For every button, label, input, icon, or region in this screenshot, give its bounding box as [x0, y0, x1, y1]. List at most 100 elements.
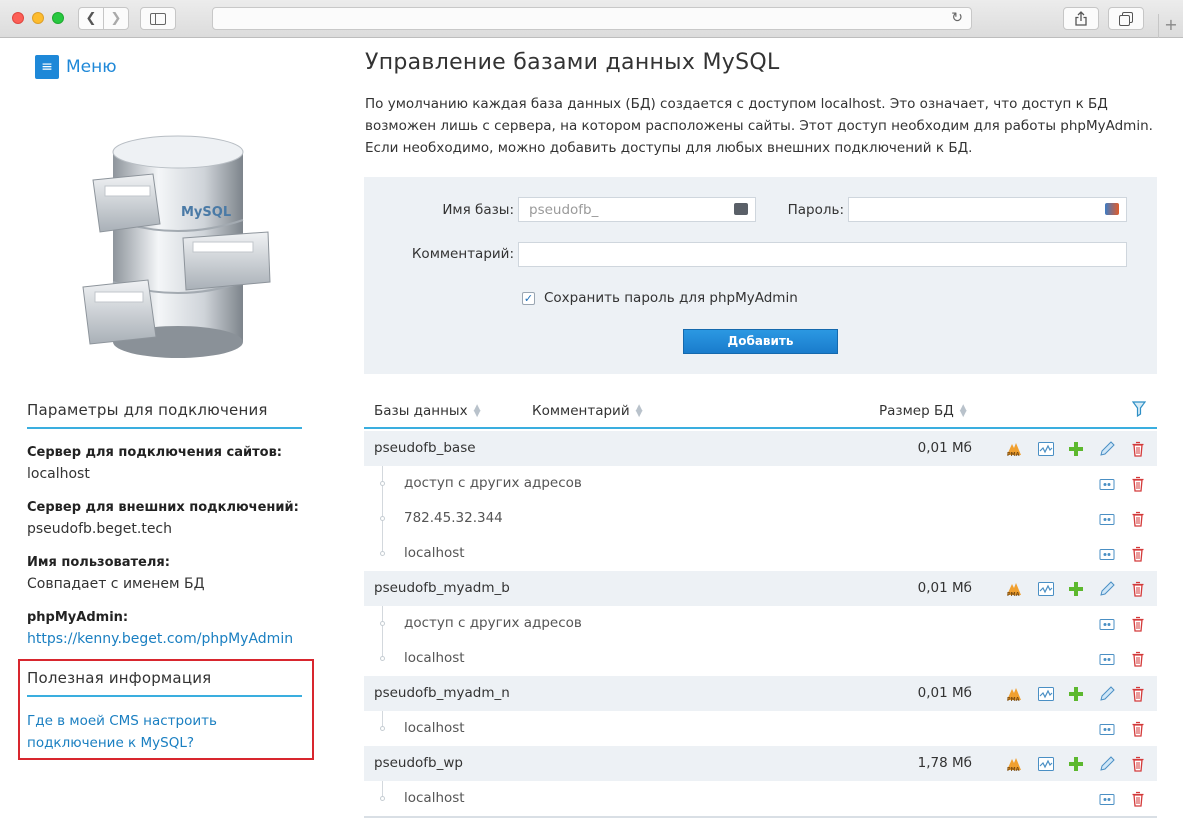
databases-table-header: Базы данных ▲ ▼ Комментарий ▲ ▼ Размер БД … [364, 397, 1157, 429]
sort-icon: ▲ ▼ [635, 403, 643, 419]
sort-icon: ▲ ▼ [959, 403, 967, 419]
col-comment[interactable]: Комментарий ▲ ▼ [532, 403, 643, 419]
delete-icon[interactable] [1129, 790, 1147, 808]
access-settings-icon[interactable] [1098, 720, 1116, 738]
add-database-button[interactable]: Добавить [683, 329, 838, 354]
svg-text:PMA: PMA [1007, 767, 1020, 773]
access-host: 782.45.32.344 [404, 510, 503, 526]
site-server-value: localhost [27, 466, 90, 482]
address-bar[interactable]: ↻ [212, 7, 972, 30]
password-generator-icon[interactable] [1105, 203, 1119, 215]
stats-icon[interactable] [1037, 580, 1055, 598]
access-settings-icon[interactable] [1098, 650, 1116, 668]
edit-icon[interactable] [1098, 580, 1116, 598]
phpmyadmin-icon[interactable]: PMA [1005, 440, 1023, 458]
add-access-icon[interactable] [1067, 755, 1085, 773]
password-label: Пароль: [787, 202, 844, 218]
reload-icon[interactable]: ↻ [951, 10, 963, 26]
col-size-label: Размер БД [879, 403, 954, 419]
col-databases[interactable]: Базы данных ▲ ▼ [374, 403, 481, 419]
access-settings-icon[interactable] [1098, 475, 1116, 493]
add-access-icon[interactable] [1067, 580, 1085, 598]
save-password-label: Сохранить пароль для phpMyAdmin [544, 290, 798, 306]
stats-icon[interactable] [1037, 440, 1055, 458]
browser-toolbar: ❮ ❯ ↻ + [0, 0, 1183, 38]
delete-icon[interactable] [1129, 720, 1147, 738]
svg-text:PMA: PMA [1007, 697, 1020, 703]
database-row: pseudofb_myadm_n 0,01 Мб PMA [364, 676, 1157, 711]
stats-icon[interactable] [1037, 755, 1055, 773]
username-value: Совпадает с именем БД [27, 576, 205, 592]
access-row: localhost [364, 536, 1157, 571]
phpmyadmin-icon[interactable]: PMA [1005, 580, 1023, 598]
access-settings-icon[interactable] [1098, 615, 1116, 633]
access-row: 782.45.32.344 [364, 501, 1157, 536]
access-row: доступ с других адресов [364, 466, 1157, 501]
delete-icon[interactable] [1129, 650, 1147, 668]
col-size[interactable]: Размер БД ▲ ▼ [879, 403, 967, 419]
comment-input[interactable] [518, 242, 1127, 267]
share-icon [1075, 11, 1087, 26]
access-settings-icon[interactable] [1098, 545, 1116, 563]
table-bottom-border [364, 816, 1157, 818]
access-settings-icon[interactable] [1098, 790, 1116, 808]
access-host: доступ с других адресов [404, 615, 582, 631]
access-row: localhost [364, 641, 1157, 676]
page-description: По умолчанию каждая база данных (БД) соз… [365, 96, 1153, 156]
access-row: localhost [364, 711, 1157, 746]
tree-node [380, 621, 385, 626]
menu-button[interactable]: ≡ Меню [35, 55, 117, 79]
access-host: localhost [404, 720, 465, 736]
edit-icon[interactable] [1098, 440, 1116, 458]
forward-button[interactable]: ❯ [103, 7, 129, 30]
menu-label: Меню [66, 57, 117, 77]
username-label: Имя пользователя: [27, 555, 170, 570]
delete-icon[interactable] [1129, 545, 1147, 563]
tree-node [380, 516, 385, 521]
phpmyadmin-icon[interactable]: PMA [1005, 685, 1023, 703]
tree-node [380, 796, 385, 801]
add-access-icon[interactable] [1067, 440, 1085, 458]
edit-icon[interactable] [1098, 755, 1116, 773]
keyboard-icon[interactable] [734, 203, 748, 215]
sort-icon: ▲ ▼ [473, 403, 481, 419]
phpmyadmin-link[interactable]: https://kenny.beget.com/phpMyAdmin [27, 631, 293, 647]
delete-icon[interactable] [1129, 440, 1147, 458]
phpmyadmin-icon[interactable]: PMA [1005, 755, 1023, 773]
database-name: pseudofb_base [374, 440, 476, 456]
share-button[interactable] [1063, 7, 1099, 30]
delete-icon[interactable] [1129, 580, 1147, 598]
delete-icon[interactable] [1129, 755, 1147, 773]
chevron-right-icon: ❯ [110, 11, 122, 26]
password-input[interactable] [848, 197, 1127, 222]
access-host: localhost [404, 650, 465, 666]
db-name-input[interactable] [518, 197, 756, 222]
stats-icon[interactable] [1037, 685, 1055, 703]
tree-node [380, 656, 385, 661]
edit-icon[interactable] [1098, 685, 1116, 703]
database-size: 1,78 Мб [917, 755, 972, 771]
cms-connection-help-link[interactable]: Где в моей CMS настроить подключение к M… [27, 710, 277, 754]
delete-icon[interactable] [1129, 615, 1147, 633]
add-access-icon[interactable] [1067, 685, 1085, 703]
delete-icon[interactable] [1129, 475, 1147, 493]
database-name: pseudofb_myadm_b [374, 580, 510, 596]
minimize-window-button[interactable] [32, 12, 44, 24]
delete-icon[interactable] [1129, 510, 1147, 528]
comment-label: Комментарий: [411, 246, 514, 262]
save-password-checkbox[interactable]: ✓ [522, 292, 535, 305]
back-button[interactable]: ❮ [78, 7, 104, 30]
sidebar-toggle-button[interactable] [140, 7, 176, 30]
close-window-button[interactable] [12, 12, 24, 24]
database-size: 0,01 Мб [917, 580, 972, 596]
show-tabs-button[interactable] [1108, 7, 1144, 30]
access-settings-icon[interactable] [1098, 510, 1116, 528]
access-host: localhost [404, 790, 465, 806]
database-name: pseudofb_myadm_n [374, 685, 510, 701]
new-tab-button[interactable]: + [1158, 14, 1183, 38]
database-row: pseudofb_base 0,01 Мб PMA [364, 431, 1157, 466]
filter-icon[interactable] [1132, 401, 1146, 417]
phpmyadmin-label: phpMyAdmin: [27, 610, 129, 625]
zoom-window-button[interactable] [52, 12, 64, 24]
delete-icon[interactable] [1129, 685, 1147, 703]
